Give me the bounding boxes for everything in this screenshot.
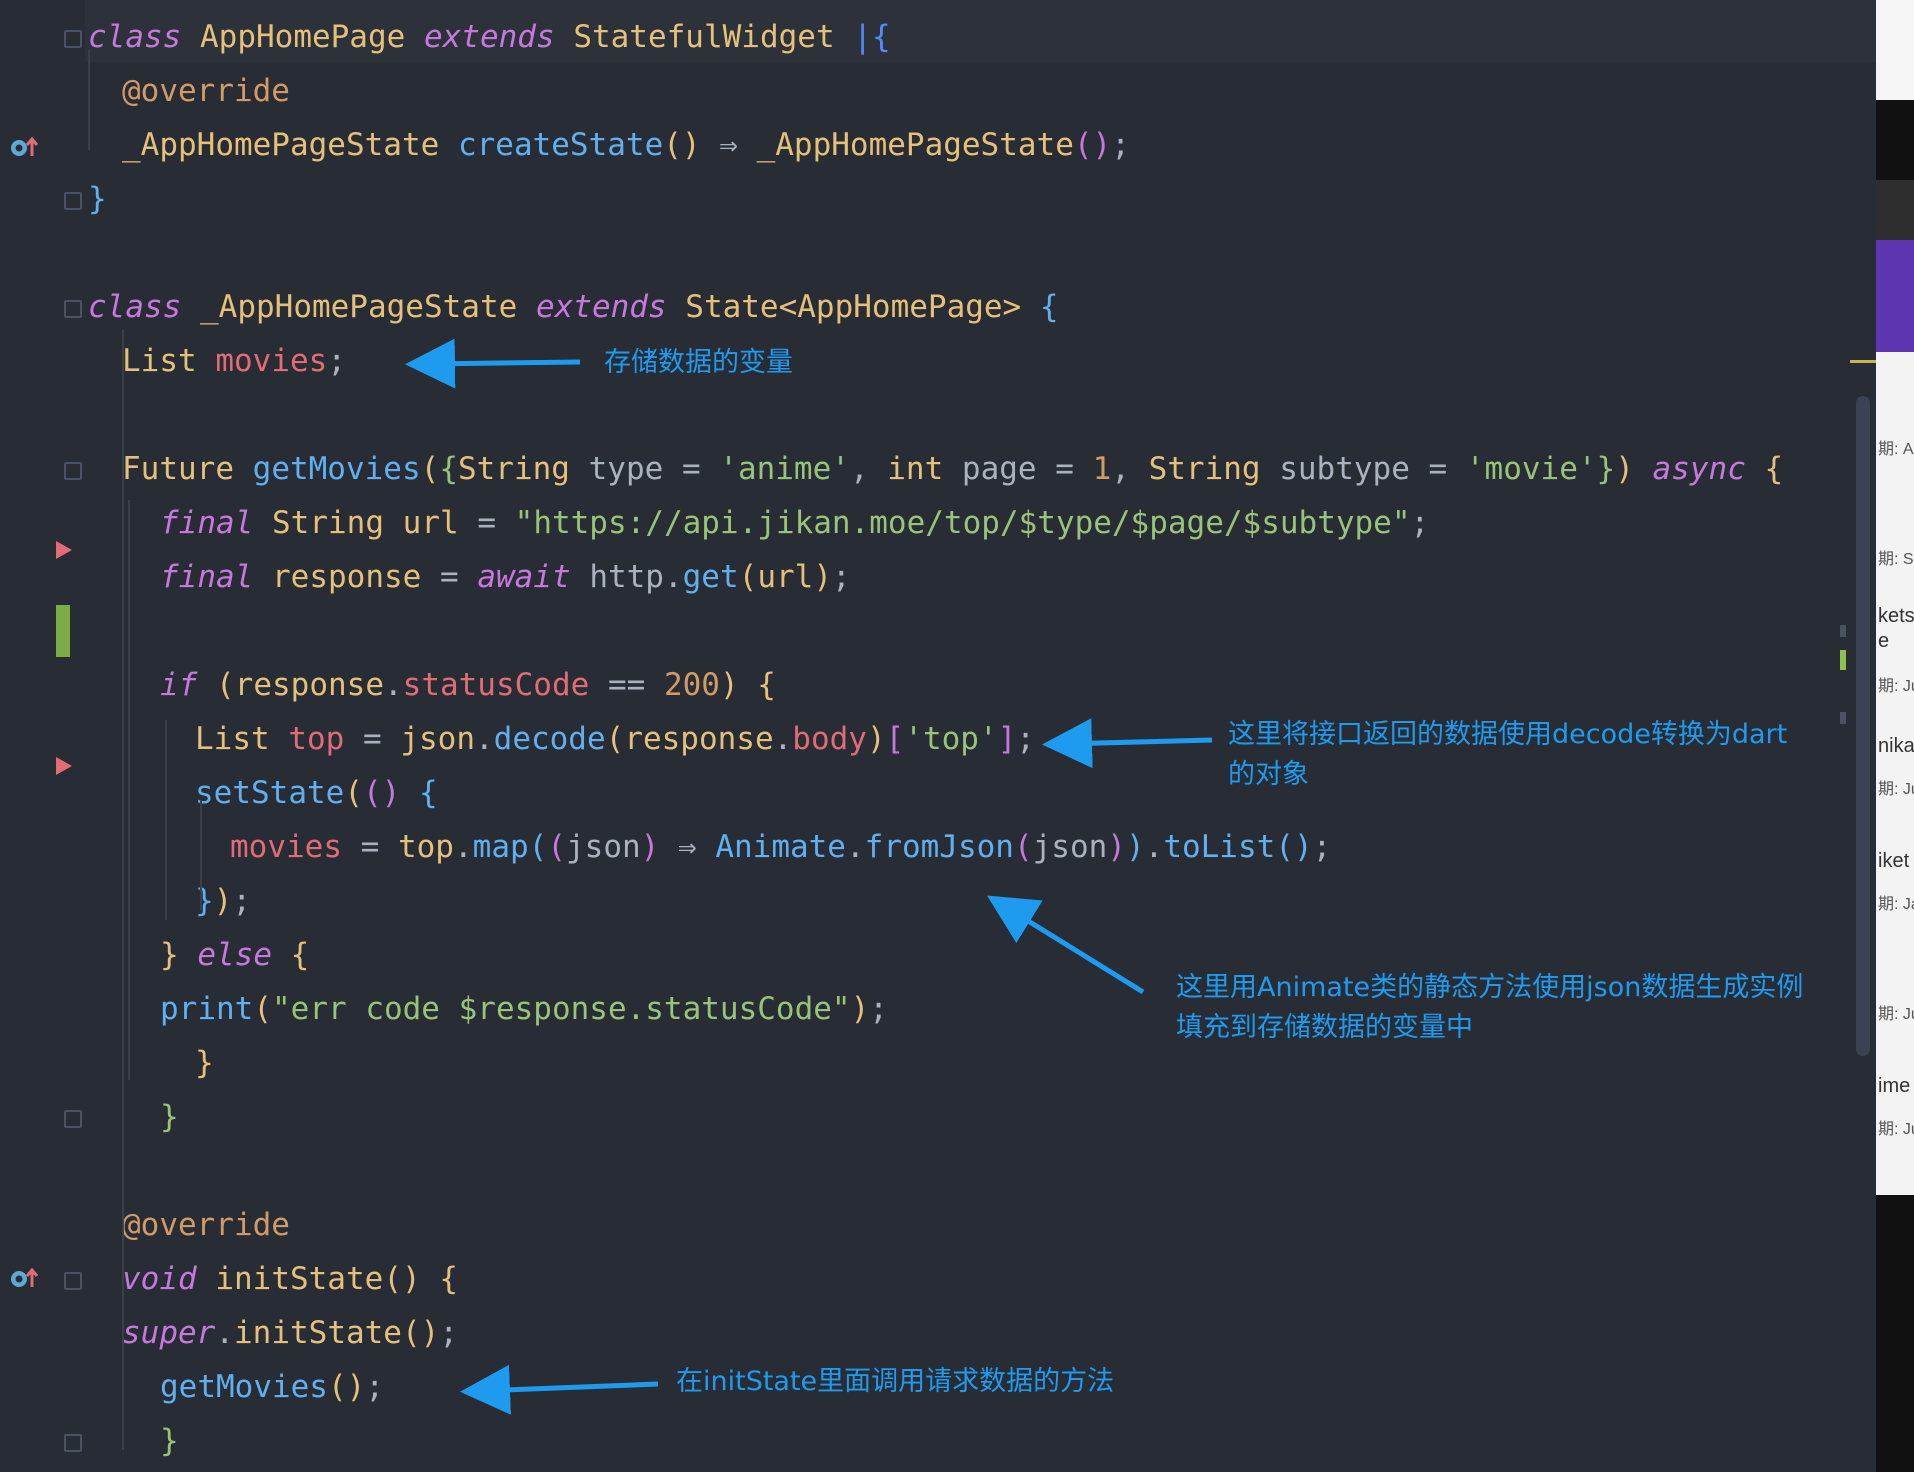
annotation-fromjson-line2: 填充到存储数据的变量中 <box>1176 1012 1473 1043</box>
code-editor[interactable]: class AppHomePage extends StatefulWidget… <box>0 0 1876 1472</box>
arrow-initstate <box>460 1364 659 1415</box>
background-list-text: kets <box>1878 605 1914 627</box>
background-list-text: 期: Ja <box>1878 896 1914 913</box>
annotation-decode-line2: 的对象 <box>1228 759 1309 790</box>
background-list-text: ime <box>1878 1075 1911 1097</box>
background-list-text: 期: Au <box>1878 441 1914 458</box>
scroll-marker <box>1840 712 1846 724</box>
annotation-movies-variable: 存储数据的变量 <box>604 347 793 378</box>
arrow-decode <box>1042 718 1213 769</box>
annotation-decode-line1: 这里将接口返回的数据使用decode转换为dart <box>1228 719 1788 750</box>
annotation-initstate: 在initState里面调用请求数据的方法 <box>676 1366 1115 1397</box>
scroll-marker <box>1840 625 1846 637</box>
annotation-fromjson-line1: 这里用Animate类的静态方法使用json数据生成实例 <box>1176 972 1804 1003</box>
scroll-marker-change <box>1840 650 1846 670</box>
arrow-fromjson <box>986 895 1145 995</box>
background-list-text: 期: Jul <box>1878 1006 1914 1023</box>
background-list-text: e <box>1878 630 1890 652</box>
background-list-text: 期: Jul <box>1878 1121 1914 1138</box>
background-list-text: iket <box>1878 850 1910 872</box>
background-list-text: nikal <box>1878 735 1914 757</box>
background-list-text: 期: Jul <box>1878 781 1914 798</box>
background-list-text: 期: Jul <box>1878 678 1914 695</box>
background-list-text: 期: Se <box>1878 551 1914 568</box>
scroll-marker-warning <box>1850 360 1876 363</box>
background-window-strip: 期: Au 期: Se kets e 期: Jul nikal 期: Jul iket 期: J… <box>1876 0 1914 1472</box>
editor-scrollbar[interactable] <box>1856 396 1870 1056</box>
arrow-movies <box>405 338 581 389</box>
